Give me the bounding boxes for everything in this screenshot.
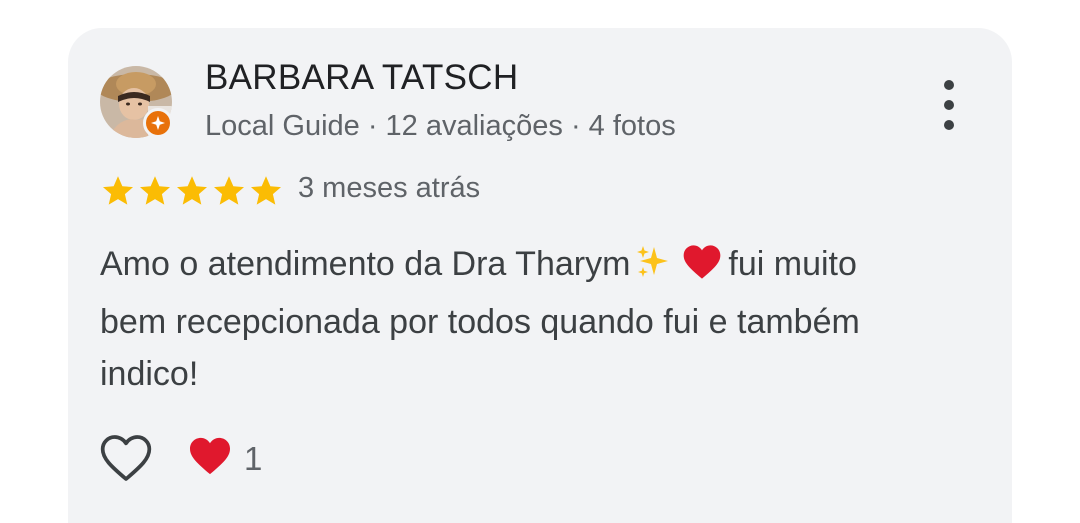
star-icon bbox=[174, 173, 210, 209]
sparkles-emoji bbox=[634, 243, 672, 296]
star-icon bbox=[100, 173, 136, 209]
local-guide-badge-icon bbox=[143, 108, 173, 138]
reaction-summary[interactable]: 1 bbox=[188, 436, 262, 481]
review-text-line: indico! bbox=[100, 355, 199, 393]
star-icon bbox=[248, 173, 284, 209]
review-text-line: Amo o atendimento da Dra Tharym fui muito bbox=[100, 238, 980, 296]
red-heart-icon bbox=[188, 436, 232, 481]
more-vert-icon[interactable] bbox=[934, 80, 964, 130]
review-card: BARBARA TATSCH Local Guide · 12 avaliaçõ… bbox=[68, 28, 1012, 523]
red-heart-emoji bbox=[682, 243, 722, 296]
review-text-line: bem recepcionada por todos quando fui e … bbox=[100, 303, 860, 341]
author-meta: Local Guide · 12 avaliações · 4 fotos bbox=[205, 110, 676, 142]
star-icon bbox=[211, 173, 247, 209]
heart-outline-icon[interactable] bbox=[98, 432, 154, 484]
review-time: 3 meses atrás bbox=[298, 172, 481, 204]
reaction-count: 1 bbox=[244, 439, 263, 477]
review-text: Amo o atendimento da Dra Tharym fui muito… bbox=[100, 238, 980, 400]
star-icon bbox=[137, 173, 173, 209]
star-rating bbox=[100, 173, 284, 209]
author-name[interactable]: BARBARA TATSCH bbox=[205, 58, 518, 98]
